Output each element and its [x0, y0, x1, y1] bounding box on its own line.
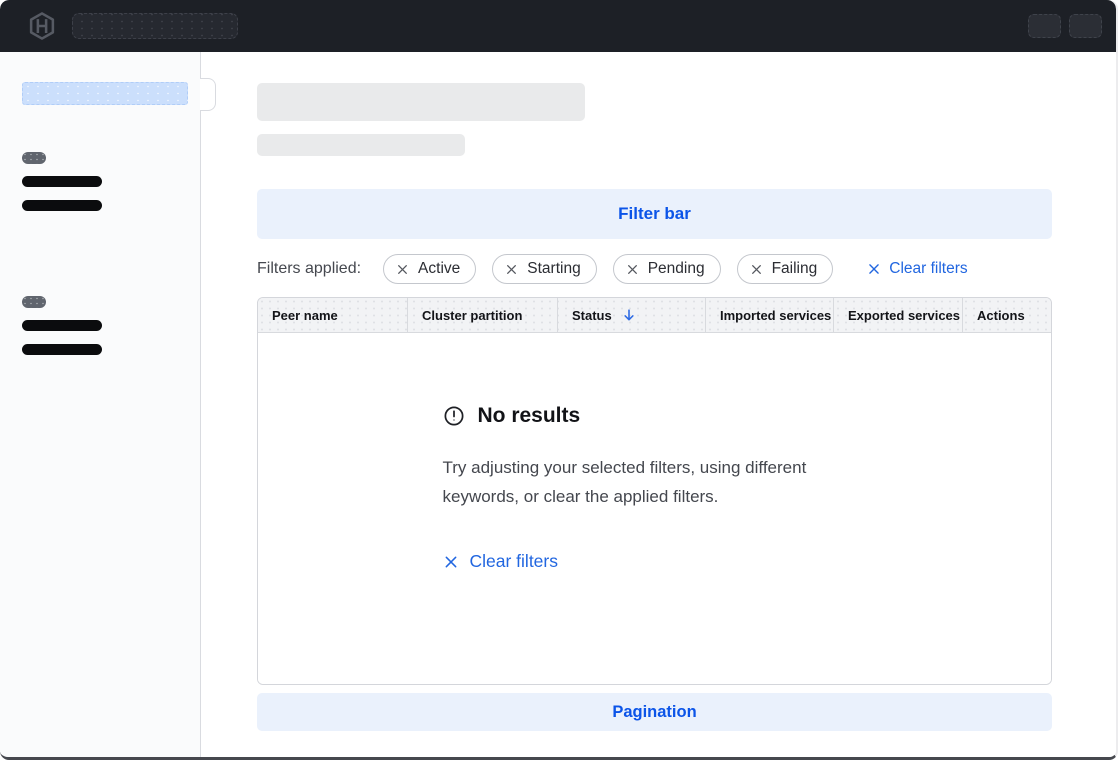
alert-circle-icon: [443, 405, 465, 427]
empty-clear-filters-link[interactable]: Clear filters: [443, 551, 559, 572]
empty-state-header: No results: [443, 404, 867, 428]
filter-chip-active[interactable]: Active: [383, 254, 476, 284]
dismiss-x-icon: [396, 263, 409, 276]
column-header-status[interactable]: Status: [558, 298, 706, 332]
column-label: Status: [572, 308, 612, 323]
main-content: Filter bar Filters applied: Active Start…: [202, 52, 1116, 757]
x-icon: [867, 262, 881, 276]
empty-clear-filters-label: Clear filters: [470, 551, 559, 572]
empty-state-description: Try adjusting your selected filters, usi…: [443, 453, 855, 511]
column-header-imported-services[interactable]: Imported services: [706, 298, 834, 332]
peers-table: Peer name Cluster partition Status Impor…: [257, 297, 1052, 685]
filter-chip-label: Failing: [772, 260, 818, 278]
hashicorp-logo-icon[interactable]: [27, 11, 57, 41]
filter-chip-failing[interactable]: Failing: [737, 254, 834, 284]
empty-state: No results Try adjusting your selected f…: [443, 333, 867, 575]
table-header-row: Peer name Cluster partition Status Impor…: [258, 298, 1051, 333]
column-header-actions[interactable]: Actions: [963, 298, 1051, 332]
filter-bar-label: Filter bar: [618, 204, 691, 224]
page-subtitle-skeleton: [257, 134, 465, 156]
navbar-action-skeleton-1[interactable]: [1028, 14, 1061, 38]
column-label: Actions: [977, 308, 1025, 323]
search-input-skeleton[interactable]: [72, 13, 238, 39]
filters-applied-label: Filters applied:: [257, 260, 361, 278]
filter-chip-label: Pending: [648, 260, 705, 278]
page-title-skeleton: [257, 83, 585, 121]
column-header-cluster-partition[interactable]: Cluster partition: [408, 298, 558, 332]
app-window: Filter bar Filters applied: Active Start…: [0, 0, 1118, 760]
column-header-peer-name[interactable]: Peer name: [258, 298, 408, 332]
top-navbar: [0, 0, 1116, 52]
filter-bar-placeholder: Filter bar: [257, 189, 1052, 239]
column-label: Peer name: [272, 308, 338, 323]
sidebar-item-skeleton-4[interactable]: [22, 344, 102, 355]
filter-chip-starting[interactable]: Starting: [492, 254, 596, 284]
sidebar-toggle-flap[interactable]: [200, 78, 216, 111]
clear-filters-label: Clear filters: [889, 260, 967, 278]
filter-chip-label: Active: [418, 260, 460, 278]
empty-state-title: No results: [478, 404, 581, 428]
sidebar-item-skeleton-2[interactable]: [22, 200, 102, 211]
sidebar-item-selected-skeleton[interactable]: [22, 82, 188, 105]
column-label: Imported services: [720, 308, 831, 323]
pagination-label: Pagination: [612, 703, 696, 722]
column-header-exported-services[interactable]: Exported services: [834, 298, 963, 332]
sidebar: [0, 52, 201, 757]
dismiss-x-icon: [750, 263, 763, 276]
sidebar-section-label-skeleton-2: [22, 296, 46, 308]
sidebar-item-skeleton-1[interactable]: [22, 176, 102, 187]
navbar-action-skeleton-2[interactable]: [1069, 14, 1102, 38]
table-body: No results Try adjusting your selected f…: [258, 333, 1051, 684]
clear-filters-link[interactable]: Clear filters: [867, 260, 967, 278]
sort-descending-icon: [622, 308, 636, 322]
x-icon: [443, 554, 459, 570]
dismiss-x-icon: [505, 263, 518, 276]
column-label: Cluster partition: [422, 308, 522, 323]
filters-applied-row: Filters applied: Active Starting Pending…: [257, 254, 1052, 284]
filter-chip-pending[interactable]: Pending: [613, 254, 721, 284]
column-label: Exported services: [848, 308, 960, 323]
sidebar-section-label-skeleton-1: [22, 152, 46, 164]
filter-chip-label: Starting: [527, 260, 580, 278]
dismiss-x-icon: [626, 263, 639, 276]
pagination-placeholder: Pagination: [257, 693, 1052, 731]
sidebar-item-skeleton-3[interactable]: [22, 320, 102, 331]
